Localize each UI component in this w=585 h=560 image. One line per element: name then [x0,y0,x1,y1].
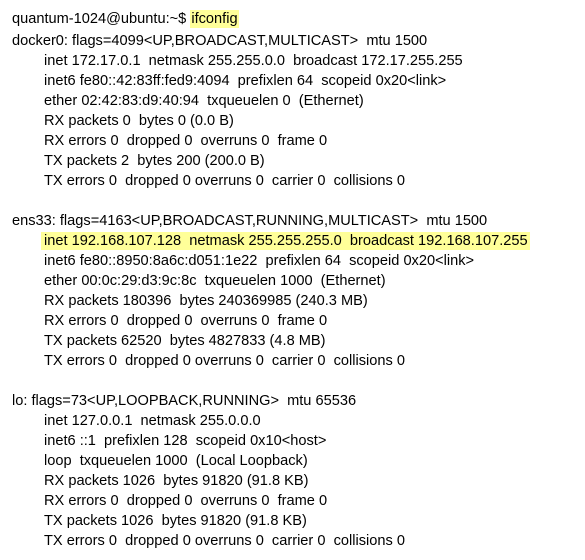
lo-header: lo: flags=73<UP,LOOPBACK,RUNNING> mtu 65… [12,393,357,409]
ens33-tx-packets: TX packets 62520 bytes 4827833 (4.8 MB) [44,333,326,349]
prompt-line: quantum-1024@ubuntu:~$ ifconfig [12,9,239,29]
ens33-header: ens33: flags=4163<UP,BROADCAST,RUNNING,M… [12,213,488,229]
docker0-tx-errors: TX errors 0 dropped 0 overruns 0 carrier… [44,173,405,189]
docker0-tx-packets: TX packets 2 bytes 200 (200.0 B) [44,153,265,169]
docker0-rx-packets: RX packets 0 bytes 0 (0.0 B) [44,113,234,129]
lo-inet6: inet6 ::1 prefixlen 128 scopeid 0x10<hos… [44,433,327,449]
ens33-rx-errors: RX errors 0 dropped 0 overruns 0 frame 0 [44,313,328,329]
docker0-ether: ether 02:42:83:d9:40:94 txqueuelen 0 (Et… [44,93,364,109]
ens33-rx-packets: RX packets 180396 bytes 240369985 (240.3… [44,293,368,309]
lo-loop: loop txqueuelen 1000 (Local Loopback) [44,453,308,469]
shell-prompt: quantum-1024@ubuntu:~$ [12,11,187,27]
lo-rx-errors: RX errors 0 dropped 0 overruns 0 frame 0 [44,493,328,509]
docker0-inet6: inet6 fe80::42:83ff:fed9:4094 prefixlen … [44,73,447,89]
docker0-header: docker0: flags=4099<UP,BROADCAST,MULTICA… [12,33,428,49]
lo-tx-errors: TX errors 0 dropped 0 overruns 0 carrier… [44,533,405,549]
docker0-rx-errors: RX errors 0 dropped 0 overruns 0 frame 0 [44,133,328,149]
ens33-tx-errors: TX errors 0 dropped 0 overruns 0 carrier… [44,353,405,369]
lo-tx-packets: TX packets 1026 bytes 91820 (91.8 KB) [44,513,307,529]
docker0-inet: inet 172.17.0.1 netmask 255.255.0.0 broa… [44,53,463,69]
ens33-inet6: inet6 fe80::8950:8a6c:d051:1e22 prefixle… [44,253,475,269]
ens33-ether: ether 00:0c:29:d3:9c:8c txqueuelen 1000 … [44,273,386,289]
ens33-inet-line: inet 192.168.107.128 netmask 255.255.255… [41,231,530,251]
terminal-output: quantum-1024@ubuntu:~$ ifconfig docker0:… [0,0,585,560]
ens33-inet-highlight: inet 192.168.107.128 netmask 255.255.255… [41,232,530,250]
lo-inet: inet 127.0.0.1 netmask 255.0.0.0 [44,413,261,429]
lo-rx-packets: RX packets 1026 bytes 91820 (91.8 KB) [44,473,309,489]
command-ifconfig: ifconfig [190,10,239,28]
